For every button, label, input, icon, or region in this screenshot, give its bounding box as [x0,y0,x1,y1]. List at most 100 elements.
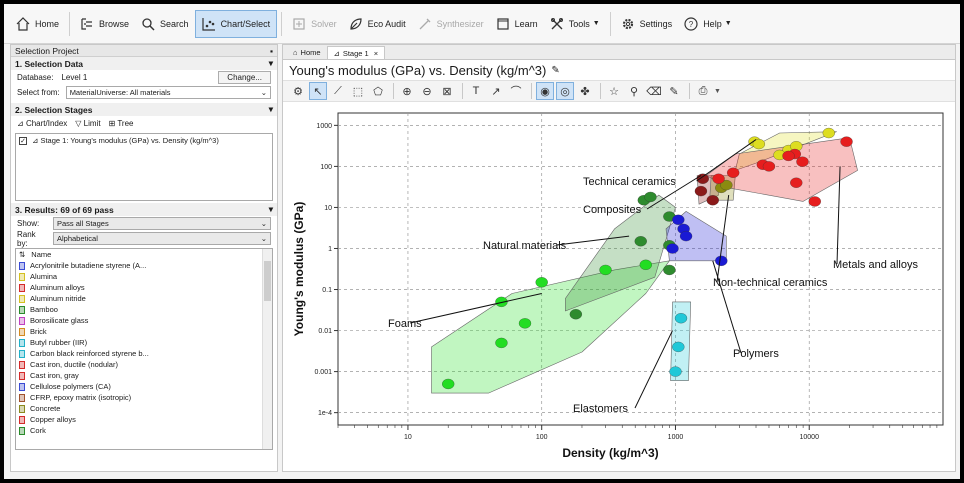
list-item[interactable]: Acrylonitrile butadiene styrene (A... [16,260,272,271]
tree-button[interactable]: ⊞ Tree [109,119,134,128]
select-from-dropdown[interactable]: MaterialUniverse: All materials ⌄ [65,86,271,99]
limit-button[interactable]: ▽ Limit [75,119,100,128]
collapse-icon[interactable]: ▾ [269,104,273,115]
list-item[interactable]: Copper alloys [16,414,272,425]
annotation-label[interactable]: Technical ceramics [583,176,676,188]
rank-dropdown[interactable]: Alphabetical ⌄ [53,232,271,245]
material-point[interactable] [599,264,612,276]
line-select-icon[interactable]: ⟋ [329,82,347,100]
section-results[interactable]: 3. Results: 69 of 69 pass ▾ [11,203,277,216]
list-item[interactable]: CFRP, epoxy matrix (isotropic) [16,392,272,403]
synthesizer-button[interactable]: Synthesizer [412,10,490,38]
list-item[interactable]: Cast iron, gray [16,370,272,381]
list-item[interactable]: Butyl rubber (IIR) [16,337,272,348]
list-item[interactable]: Aluminum alloys [16,282,272,293]
learn-button[interactable]: Learn [490,10,544,38]
list-item[interactable]: Carbon black reinforced styrene b... [16,348,272,359]
list-item[interactable]: Borosilicate glass [16,315,272,326]
material-point[interactable] [679,230,693,242]
material-point[interactable] [822,127,835,139]
tab-home[interactable]: ⌂ Home [287,46,327,59]
ashby-chart[interactable]: 10 100 1000 10000 1e-4 0.001 0.01 0.1 1 10 100 1000… [283,105,955,471]
material-point[interactable] [808,196,821,207]
material-point[interactable] [669,366,682,377]
section-selection-data[interactable]: 1. Selection Data ▾ [11,57,277,70]
eraser-icon[interactable]: ⌫ [645,82,663,100]
material-point[interactable] [762,161,776,172]
zoom-in-icon[interactable]: ⊕ [398,82,416,100]
material-point[interactable] [569,309,583,320]
list-item[interactable]: Cellulose polymers (CA) [16,381,272,392]
annotation-label[interactable]: Polymers [733,348,779,360]
list-item[interactable]: Cast iron, ductile (nodular) [16,359,272,370]
edit-icon[interactable]: ✎ [551,65,559,76]
tools-button[interactable]: Tools ▼ [544,10,606,38]
list-item[interactable]: Concrete [16,403,272,414]
tab-stage-1[interactable]: ⊿ Stage 1 × [326,46,386,59]
help-button[interactable]: ? Help ▼ [678,10,737,38]
zoom-fit-icon[interactable]: ⊠ [438,82,456,100]
close-icon[interactable]: × [374,49,378,58]
annotation-label[interactable]: Metals and alloys [833,259,918,271]
material-point[interactable] [639,259,652,270]
material-point[interactable] [495,337,508,349]
material-point[interactable] [840,136,853,147]
material-point[interactable] [727,167,740,178]
pointer-icon[interactable]: ↖ [309,82,327,100]
chart-select-button[interactable]: Chart/Select [194,9,278,38]
material-point[interactable] [796,156,809,167]
material-point[interactable] [706,195,719,206]
material-point[interactable] [790,177,803,188]
scrollbar-thumb[interactable] [264,261,271,301]
show-envelopes-icon[interactable]: ◎ [556,82,574,100]
chart-properties-icon[interactable]: ⚙ [289,82,307,100]
eco-audit-button[interactable]: Eco Audit [343,10,412,38]
chevron-down-icon[interactable]: ▼ [714,88,721,95]
material-point[interactable] [696,173,709,184]
highlight-icon[interactable]: ✤ [576,82,594,100]
list-item[interactable]: Alumina [16,271,272,282]
browse-button[interactable]: Browse [74,10,135,38]
settings-button[interactable]: Settings [615,10,679,38]
material-point[interactable] [644,191,657,203]
stage-checkbox[interactable]: ✓ [19,137,27,146]
material-point[interactable] [715,255,728,266]
annotation-label[interactable]: Non-technical ceramics [713,277,828,289]
material-point[interactable] [663,264,676,276]
annotation-label[interactable]: Elastomers [573,403,629,415]
show-families-icon[interactable]: ◉ [536,82,554,100]
change-database-button[interactable]: Change... [218,71,271,84]
solver-button[interactable]: Solver [286,10,343,38]
curve-tool-icon[interactable]: ⌒ [507,82,525,100]
material-point[interactable] [694,185,708,197]
annotation-label[interactable]: Foams [388,318,422,330]
list-item[interactable]: Aluminum nitride [16,293,272,304]
list-item[interactable]: Brick [16,326,272,337]
collapse-icon[interactable]: ▾ [269,204,273,215]
annotation-label[interactable]: Composites [583,204,642,216]
material-point[interactable] [518,318,532,329]
search-button[interactable]: Search [135,10,195,38]
arrow-tool-icon[interactable]: ↗ [487,82,505,100]
material-point[interactable] [442,378,455,390]
material-point[interactable] [535,277,548,288]
pin-label-icon[interactable]: ⚲ [625,82,643,100]
collapse-icon[interactable]: ▾ [269,58,273,69]
material-point[interactable] [782,150,795,162]
stage-item[interactable]: ✓ ⊿ Stage 1: Young's modulus (GPa) vs. D… [19,136,269,146]
favorite-icon[interactable]: ☆ [605,82,623,100]
polygon-select-icon[interactable]: ⬠ [369,82,387,100]
material-point[interactable] [672,214,685,225]
pin-icon[interactable]: ▪ [270,46,273,56]
annotation-label[interactable]: Natural materials [483,240,567,252]
material-point[interactable] [674,313,688,324]
chart-index-button[interactable]: ⊿ Chart/Index [17,119,67,128]
zoom-out-icon[interactable]: ⊖ [418,82,436,100]
material-point[interactable] [712,173,725,184]
scrollbar[interactable] [262,249,272,449]
box-select-icon[interactable]: ⬚ [349,82,367,100]
material-point[interactable] [666,243,679,254]
text-tool-icon[interactable]: T [467,82,485,100]
export-icon[interactable]: ⎙ [694,82,712,100]
list-item[interactable]: Bamboo [16,304,272,315]
